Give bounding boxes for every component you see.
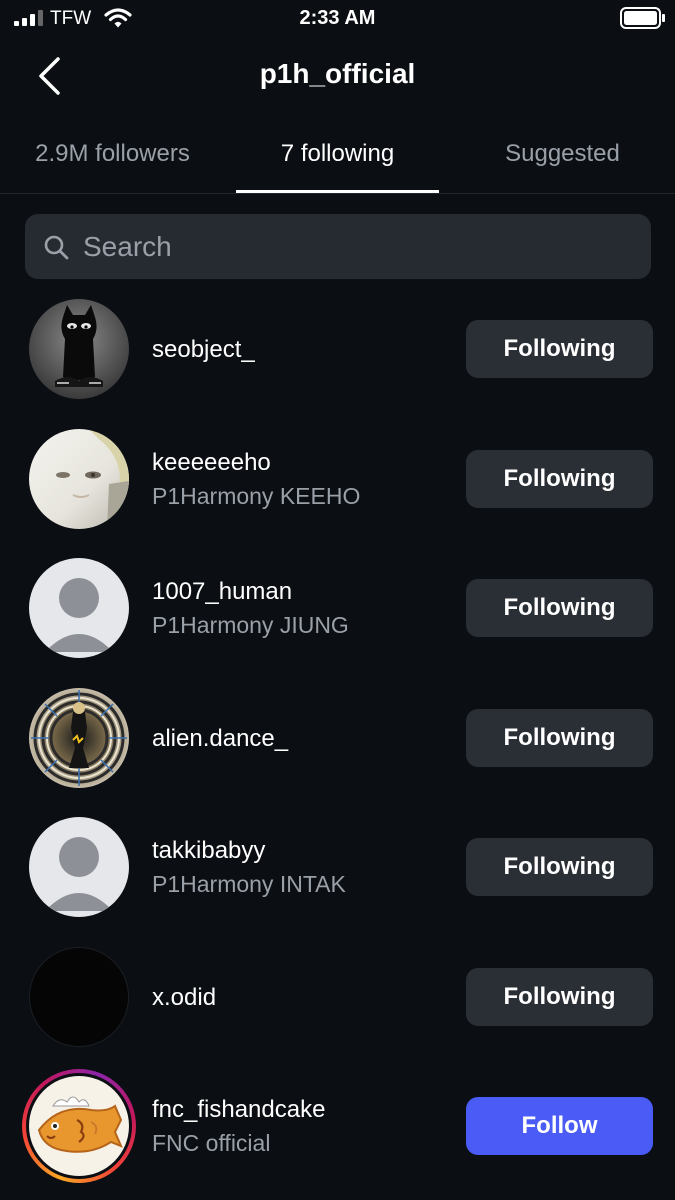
following-button[interactable]: Following (466, 450, 653, 508)
tab-followers[interactable]: 2.9M followers (0, 140, 225, 168)
default-user-avatar[interactable] (29, 558, 129, 658)
default-user-avatar[interactable] (29, 817, 129, 917)
page-title: p1h_official (259, 58, 416, 89)
list-item[interactable]: fnc_fishandcake FNC official Follow (0, 1069, 675, 1186)
psychedelic-pattern-avatar[interactable] (29, 688, 129, 788)
list-item[interactable]: seobject_ Following (0, 299, 675, 409)
black-cat-avatar[interactable] (29, 299, 129, 399)
username[interactable]: 1007_human (152, 578, 292, 606)
username[interactable]: takkibabyy (152, 837, 265, 865)
full-name: P1Harmony INTAK (152, 871, 346, 897)
list-item[interactable]: 1007_human P1Harmony JIUNG Following (0, 558, 675, 668)
clock: 2:33 AM (299, 7, 376, 29)
username[interactable]: x.odid (152, 984, 216, 1012)
following-button[interactable]: Following (466, 320, 653, 378)
row-text: alien.dance_ (152, 688, 452, 788)
list-item[interactable]: keeeeeeho P1Harmony KEEHO Following (0, 429, 675, 539)
full-name: P1Harmony JIUNG (152, 612, 349, 638)
full-name: P1Harmony KEEHO (152, 483, 361, 509)
following-button[interactable]: Following (466, 968, 653, 1026)
list-item[interactable]: alien.dance_ Following (0, 688, 675, 798)
active-tab-indicator (236, 190, 439, 193)
row-text: takkibabyy P1Harmony INTAK (152, 817, 452, 917)
list-item[interactable]: takkibabyy P1Harmony INTAK Following (0, 817, 675, 927)
follow-button[interactable]: Follow (466, 1097, 653, 1155)
search-bar[interactable] (25, 214, 651, 279)
following-button[interactable]: Following (466, 838, 653, 896)
list-item[interactable]: x.odid Following (0, 947, 675, 1057)
battery-icon (620, 7, 665, 29)
status-bar: TFW 2:33 AM (0, 0, 675, 38)
row-text: x.odid (152, 947, 452, 1047)
following-button[interactable]: Following (466, 579, 653, 637)
username[interactable]: alien.dance_ (152, 725, 288, 753)
tab-bar: 2.9M followers 7 following Suggested (0, 128, 675, 194)
username[interactable]: fnc_fishandcake (152, 1096, 325, 1124)
row-text: 1007_human P1Harmony JIUNG (152, 558, 452, 658)
row-text: keeeeeeho P1Harmony KEEHO (152, 429, 452, 529)
search-icon (44, 235, 69, 260)
face-photo-avatar[interactable] (29, 429, 129, 529)
fish-cake-avatar[interactable] (29, 1076, 129, 1176)
username[interactable]: seobject_ (152, 336, 255, 364)
black-avatar[interactable] (29, 947, 129, 1047)
full-name: FNC official (152, 1130, 271, 1156)
row-text: fnc_fishandcake FNC official (152, 1076, 452, 1176)
tab-suggested[interactable]: Suggested (450, 140, 675, 168)
row-text: seobject_ (152, 299, 452, 399)
username[interactable]: keeeeeeho (152, 449, 271, 477)
tab-following[interactable]: 7 following (236, 140, 439, 168)
following-button[interactable]: Following (466, 709, 653, 767)
search-input[interactable] (83, 214, 633, 279)
